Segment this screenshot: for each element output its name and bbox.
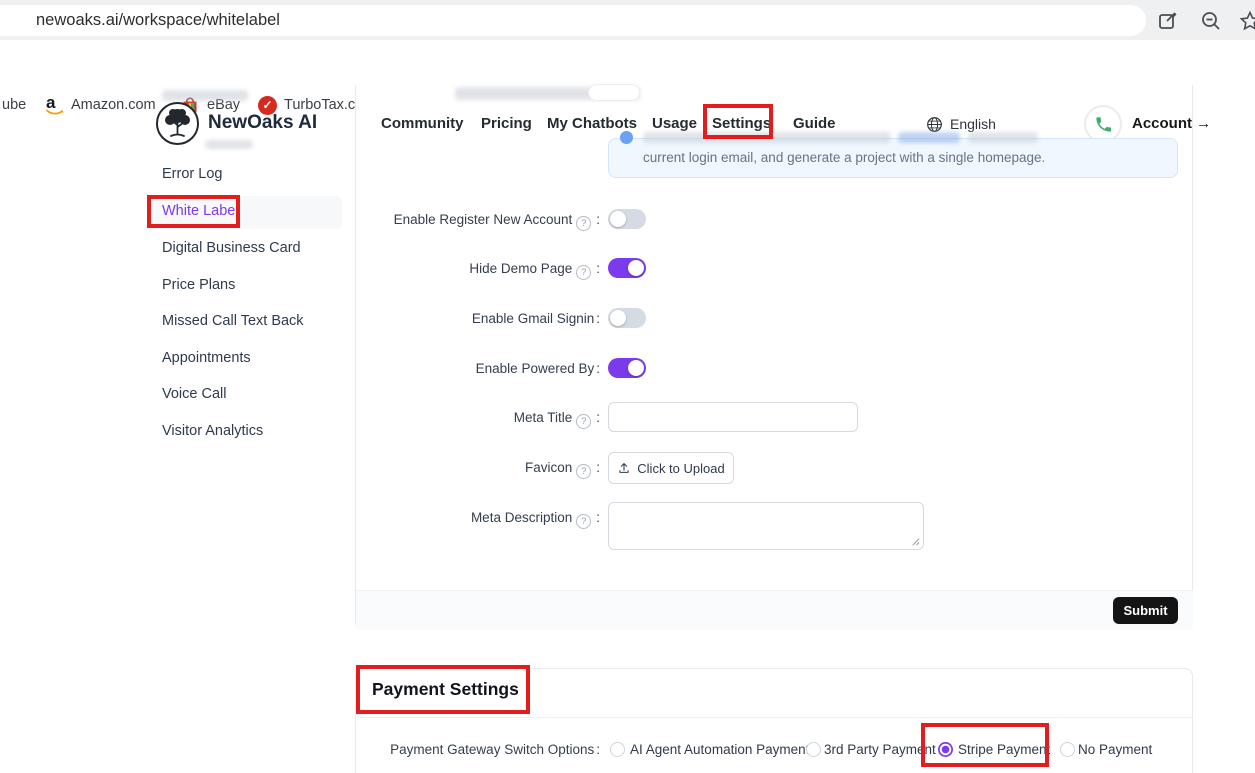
radio-label-ai-agent-automation-payment[interactable]: AI Agent Automation Payment [630, 742, 809, 757]
sidebar-item-digital-business-card[interactable]: Digital Business Card [162, 240, 301, 256]
sidebar-item-visitor-analytics[interactable]: Visitor Analytics [162, 423, 263, 439]
radio-label-no-payment[interactable]: No Payment [1078, 742, 1152, 757]
account-link[interactable]: Account → [1132, 115, 1211, 132]
label-enable-gmail-signin: Enable Gmail Signin: [355, 311, 600, 326]
nav-settings[interactable]: Settings [712, 115, 771, 132]
bookmark-amazon[interactable]: a Amazon.com [46, 92, 156, 118]
nav-guide[interactable]: Guide [793, 115, 836, 132]
label-payment-gateway-switch: Payment Gateway Switch Options: [355, 742, 600, 757]
divider [356, 717, 1193, 718]
radio-label-3rd-party-payment[interactable]: 3rd Party Payment [824, 742, 936, 757]
sidebar-item-voice-call[interactable]: Voice Call [162, 386, 226, 402]
sidebar-item-appointments[interactable]: Appointments [162, 350, 251, 366]
help-icon[interactable]: ? [576, 265, 591, 280]
submit-button[interactable]: Submit [1113, 597, 1178, 624]
url-text: newoaks.ai/workspace/whitelabel [36, 11, 280, 30]
amazon-icon: a [46, 95, 64, 115]
payment-settings-title: Payment Settings [372, 679, 519, 700]
bookmarks-bar: ube a Amazon.com eBay ✓ TurboTax.com [0, 40, 1255, 88]
toggle-enable-gmail-signin[interactable] [608, 308, 646, 328]
nav-my-chatbots[interactable]: My Chatbots [547, 115, 637, 132]
nav-pricing[interactable]: Pricing [481, 115, 532, 132]
nav-usage[interactable]: Usage [652, 115, 697, 132]
help-icon[interactable]: ? [576, 464, 591, 479]
globe-icon [926, 116, 943, 133]
label-meta-description: Meta Description?: [355, 510, 600, 529]
label-meta-title: Meta Title?: [355, 410, 600, 429]
help-icon[interactable]: ? [576, 216, 591, 231]
label-enable-register: Enable Register New Account?: [355, 212, 600, 231]
radio-stripe-payment[interactable] [938, 742, 953, 757]
cutoff-toggle [588, 84, 640, 101]
help-icon[interactable]: ? [576, 514, 591, 529]
toggle-hide-demo-page[interactable] [608, 258, 646, 278]
meta-description-textarea[interactable] [608, 502, 924, 550]
brand-name[interactable]: NewOaks AI [208, 112, 317, 134]
radio-label-stripe-payment[interactable]: Stripe Payment [958, 742, 1050, 757]
label-hide-demo-page: Hide Demo Page?: [355, 261, 600, 280]
bookmark-youtube-partial[interactable]: ube [2, 92, 26, 118]
screen: newoaks.ai/workspace/whitelabel ube a Am… [0, 0, 1255, 773]
upload-icon [617, 461, 631, 475]
radio-no-payment[interactable] [1060, 742, 1075, 757]
bookmark-star-icon[interactable] [1238, 9, 1255, 33]
nav-community[interactable]: Community [381, 115, 464, 132]
sidebar-item-missed-call-text-back[interactable]: Missed Call Text Back [162, 313, 304, 329]
newoaks-logo-icon[interactable] [155, 101, 200, 146]
redacted-link [898, 132, 960, 143]
favicon-upload-button[interactable]: Click to Upload [608, 452, 734, 484]
redacted-text [205, 140, 253, 149]
browser-chrome: newoaks.ai/workspace/whitelabel [0, 0, 1255, 40]
sidebar-item-price-plans[interactable]: Price Plans [162, 277, 235, 293]
form-footer [356, 590, 1193, 630]
sidebar-item-error-log[interactable]: Error Log [162, 166, 222, 182]
redacted-text [968, 132, 1038, 143]
url-bar[interactable]: newoaks.ai/workspace/whitelabel [0, 5, 1146, 36]
resize-handle-icon[interactable] [911, 537, 920, 546]
redacted-text [162, 90, 248, 101]
share-edit-icon[interactable] [1156, 9, 1180, 33]
label-enable-powered-by: Enable Powered By: [355, 361, 600, 376]
language-selector[interactable]: English [950, 116, 996, 132]
info-banner-text: current login email, and generate a proj… [643, 150, 1045, 165]
toggle-enable-register[interactable] [608, 209, 646, 229]
sidebar-item-white-label[interactable]: White Label [162, 203, 239, 219]
label-favicon: Favicon?: [355, 460, 600, 479]
phone-icon [1094, 115, 1113, 134]
meta-title-input[interactable] [608, 402, 858, 432]
info-icon [620, 131, 633, 144]
zoom-out-icon[interactable] [1199, 9, 1223, 33]
toggle-enable-powered-by[interactable] [608, 358, 646, 378]
help-icon[interactable]: ? [576, 414, 591, 429]
redacted-text [643, 132, 891, 143]
radio-ai-agent-automation-payment[interactable] [610, 742, 625, 757]
radio-3rd-party-payment[interactable] [806, 742, 821, 757]
